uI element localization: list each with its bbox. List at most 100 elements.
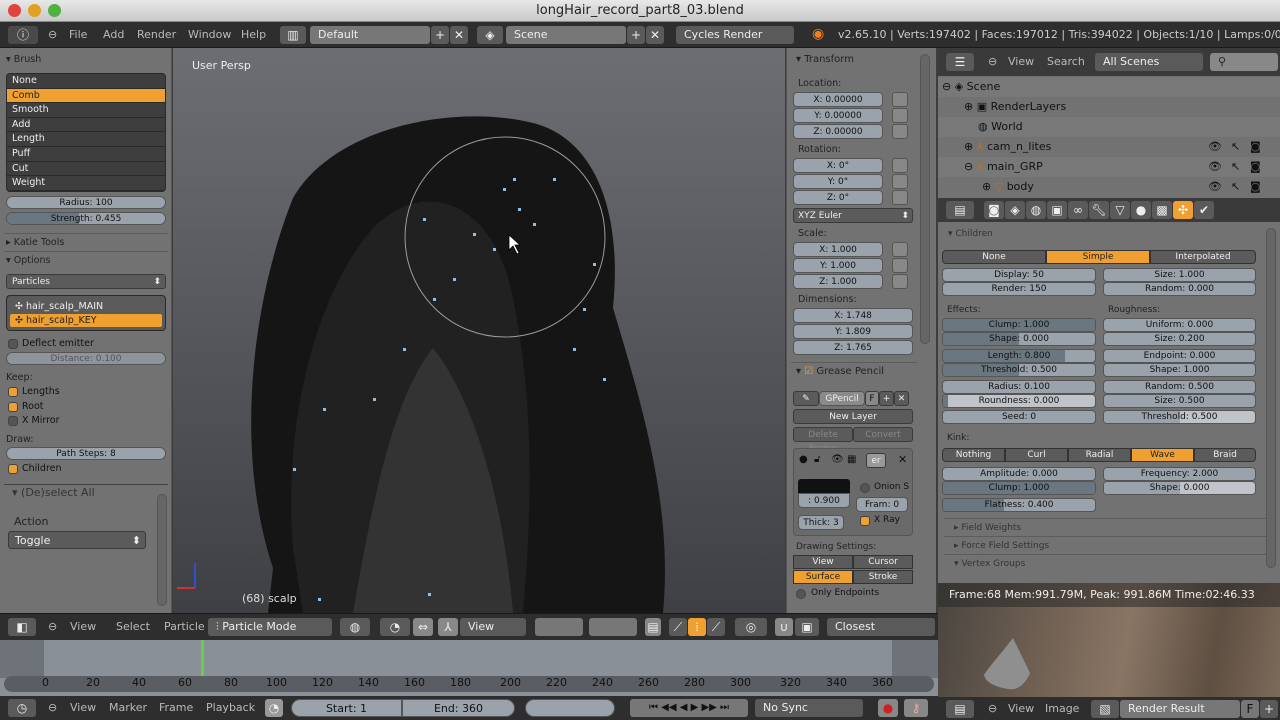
editor-type-timeline-button[interactable]: ◷: [8, 699, 36, 717]
outliner-search-input[interactable]: ⚲: [1210, 53, 1278, 71]
proportional-edit-button[interactable]: ◎: [735, 618, 767, 636]
transform-axes-icon[interactable]: ⅄: [438, 618, 458, 636]
brush-list[interactable]: None Comb Smooth Add Length Puff Cut Wei…: [6, 73, 166, 192]
clump-shape-slider[interactable]: Shape: 0.000: [942, 332, 1096, 346]
menu-add[interactable]: Add: [103, 28, 124, 41]
outliner-row-renderlayers[interactable]: ⊕ ▣ RenderLayers: [938, 97, 1280, 117]
dimension-z-field[interactable]: Z: 1.765: [793, 340, 913, 355]
layers-grid-2[interactable]: [589, 618, 637, 636]
3dview-menu-particle[interactable]: Particle: [164, 620, 205, 633]
editor-type-image-button[interactable]: ▤: [946, 700, 974, 718]
outliner-row-world[interactable]: ◍ World: [938, 117, 1280, 137]
brush-cut[interactable]: Cut: [7, 162, 165, 177]
draw-mode-cursor[interactable]: Cursor: [853, 555, 913, 569]
distance-slider[interactable]: Distance: 0.100: [6, 352, 166, 365]
tab-world-icon[interactable]: ◍: [1026, 201, 1046, 219]
child-random-field[interactable]: Random: 0.000: [1103, 282, 1256, 296]
minimize-window-button[interactable]: [28, 4, 41, 17]
timeline-menu-frame[interactable]: Frame: [159, 701, 193, 714]
menu-file[interactable]: File: [69, 28, 87, 41]
radius-slider[interactable]: Radius: 100: [6, 196, 166, 209]
lock-layers-icon[interactable]: ▤: [645, 618, 661, 636]
lock-rotation-z-icon[interactable]: [892, 190, 908, 205]
clapper-icon[interactable]: ▦: [847, 454, 856, 465]
children-checkbox[interactable]: [8, 464, 18, 474]
brush-panel-header[interactable]: ▾ Brush: [6, 54, 41, 65]
scale-y-field[interactable]: Y: 1.000: [793, 258, 883, 273]
dimension-y-field[interactable]: Y: 1.809: [793, 324, 913, 339]
select-arrow-icon[interactable]: ↖: [1231, 137, 1240, 157]
snap-magnet-icon[interactable]: ∪: [775, 618, 793, 636]
tab-render-icon[interactable]: ◙: [984, 201, 1004, 219]
onion-frames-field[interactable]: Fram: 0: [856, 497, 908, 512]
kink-curl[interactable]: Curl: [1005, 448, 1068, 462]
onion-skin-checkbox[interactable]: [860, 483, 870, 493]
particle-system-list[interactable]: ✣ hair_scalp_MAIN ✣ hair_scalp_KEY: [6, 295, 166, 331]
outliner-menu-search[interactable]: Search: [1047, 55, 1085, 68]
location-z-field[interactable]: Z: 0.00000: [793, 124, 883, 139]
lock-location-x-icon[interactable]: [892, 92, 908, 107]
menu-help[interactable]: Help: [241, 28, 266, 41]
options-panel-header[interactable]: ▾ Options: [6, 255, 50, 266]
visibility-eye-icon[interactable]: 👁︎: [1208, 137, 1222, 157]
transform-panel-header[interactable]: ▾ Transform: [796, 54, 854, 65]
lock-scale-z-icon[interactable]: [892, 274, 908, 289]
menu-render[interactable]: Render: [137, 28, 176, 41]
only-endpoints-checkbox[interactable]: [796, 589, 806, 599]
child-size-field[interactable]: Size: 1.000: [1103, 268, 1256, 282]
transform-orientation-select[interactable]: View: [460, 618, 526, 636]
gpencil-name-field[interactable]: GPencil: [819, 391, 865, 406]
outliner-row-cam-n-lites[interactable]: ⊕ ⅄ cam_n_lites 👁︎ ↖ ◙: [938, 137, 1280, 157]
record-keyframe-icon[interactable]: ●: [878, 699, 898, 717]
timeline-menu-playback[interactable]: Playback: [206, 701, 255, 714]
dimension-x-field[interactable]: X: 1.748: [793, 308, 913, 323]
rotation-y-field[interactable]: Y: 0°: [793, 174, 883, 189]
opacity-slider[interactable]: : 0.900: [798, 493, 850, 508]
tab-data-icon[interactable]: ▽: [1110, 201, 1130, 219]
grease-pencil-panel-header[interactable]: ▾ ☑ Grease Pencil: [796, 366, 884, 377]
stroke-color-swatch[interactable]: [798, 479, 850, 493]
start-frame-field[interactable]: Start: 1: [291, 699, 402, 717]
collapse-menu-icon[interactable]: ⊖: [48, 620, 57, 633]
collapse-menu-icon[interactable]: ⊖: [988, 55, 997, 68]
scene-field[interactable]: Scene: [506, 26, 626, 44]
kink-clump-slider[interactable]: Clump: 1.000: [942, 481, 1096, 495]
3d-viewport[interactable]: User Persp (68) scalp: [173, 48, 785, 613]
image-fake-user-button[interactable]: F: [1241, 700, 1259, 718]
timeline-menu-view[interactable]: View: [70, 701, 96, 714]
editor-type-info-button[interactable]: ⓘ: [8, 26, 38, 44]
visibility-eye-icon[interactable]: 👁︎: [1208, 157, 1222, 177]
lock-scale-y-icon[interactable]: [892, 258, 908, 273]
outliner-row-body[interactable]: ⊕ ▽ body 👁︎ ↖ ◙: [938, 177, 1280, 197]
image-menu-view[interactable]: View: [1008, 702, 1034, 715]
clump-slider[interactable]: Clump: 1.000: [942, 318, 1096, 332]
xray-checkbox[interactable]: [860, 516, 870, 526]
particles-select[interactable]: Particles ⬍: [6, 274, 166, 289]
image-name-field[interactable]: Render Result: [1120, 700, 1240, 718]
amplitude-field[interactable]: Amplitude: 0.000: [942, 467, 1096, 481]
vertex-groups-panel-header[interactable]: ▾ Vertex Groups: [944, 554, 1269, 572]
preview-range-icon[interactable]: ◔: [265, 699, 283, 717]
lock-location-z-icon[interactable]: [892, 124, 908, 139]
keep-lengths-checkbox[interactable]: [8, 387, 18, 397]
screen-layout-field[interactable]: Default: [310, 26, 430, 44]
pivot-point-button[interactable]: ◔: [380, 618, 410, 636]
render-children-field[interactable]: Render: 150: [942, 282, 1096, 296]
length-slider[interactable]: Length: 0.800: [942, 349, 1096, 363]
snap-target-select[interactable]: Closest: [827, 618, 935, 636]
scale-z-field[interactable]: Z: 1.000: [793, 274, 883, 289]
rotation-mode-select[interactable]: XYZ Euler ⬍: [793, 208, 913, 223]
brush-comb[interactable]: Comb: [7, 88, 165, 104]
image-menu-image[interactable]: Image: [1045, 702, 1079, 715]
length-threshold-slider[interactable]: Threshold: 0.500: [942, 363, 1096, 377]
lock-location-y-icon[interactable]: [892, 108, 908, 123]
tab-material-icon[interactable]: ●: [1131, 201, 1151, 219]
menu-window[interactable]: Window: [188, 28, 231, 41]
random-size-field[interactable]: Size: 0.500: [1103, 394, 1256, 408]
kink-shape-slider[interactable]: Shape: 0.000: [1103, 481, 1256, 495]
kink-nothing[interactable]: Nothing: [942, 448, 1005, 462]
particle-system-key[interactable]: ✣ hair_scalp_KEY: [10, 314, 162, 327]
brush-none[interactable]: None: [7, 74, 165, 89]
field-weights-panel-header[interactable]: ▸ Field Weights: [944, 518, 1269, 536]
uniform-field[interactable]: Uniform: 0.000: [1103, 318, 1256, 332]
